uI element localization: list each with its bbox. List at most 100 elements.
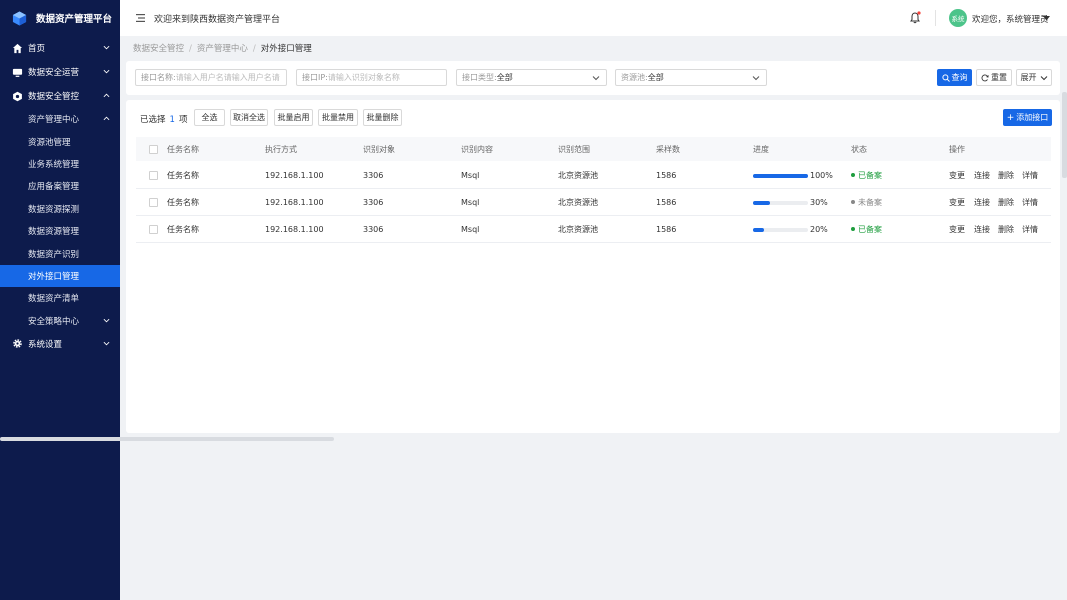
cell-task-name: 任务名称 — [167, 170, 199, 180]
menu-item-home[interactable]: 首页 — [0, 36, 120, 60]
query-button[interactable]: 查询 — [937, 69, 972, 86]
avatar[interactable]: 系统 — [949, 9, 967, 27]
batch-disable-button[interactable]: 批量禁用 — [318, 109, 358, 126]
op-change-link[interactable]: 变更 — [949, 189, 965, 215]
resource-pool-select[interactable]: 资源池: 全部 — [615, 69, 767, 86]
breadcrumb-current: 对外接口管理 — [260, 44, 312, 54]
interface-ip-input[interactable] — [327, 73, 446, 82]
cell-target: 3306 — [363, 170, 384, 180]
op-change-link[interactable]: 变更 — [949, 216, 965, 242]
menu-label: 资产管理中心 — [28, 115, 80, 126]
button-label: 查询 — [951, 73, 968, 82]
menu-item-control[interactable]: 数据安全管控 — [0, 84, 120, 108]
header-divider — [935, 10, 936, 26]
add-interface-button[interactable]: + 添加接口 — [1003, 109, 1052, 126]
menu-label: 对外接口管理 — [28, 271, 80, 282]
reset-button[interactable]: 重置 — [976, 69, 1012, 86]
sub-item-asset-list[interactable]: 数据资产清单 — [0, 287, 120, 309]
chevron-down-icon — [103, 341, 110, 346]
menu-item-ops[interactable]: 数据安全运营 — [0, 60, 120, 84]
progress-bar — [753, 228, 808, 232]
menu-toggle-icon[interactable] — [136, 14, 145, 22]
cell-samples: 1586 — [656, 197, 677, 207]
cell-target: 3306 — [363, 197, 384, 207]
op-detail-link[interactable]: 详情 — [1022, 162, 1038, 188]
user-greeting[interactable]: 欢迎您，系统管理员 — [972, 13, 1049, 25]
interface-name-field[interactable]: 接口名称: — [135, 69, 287, 86]
sub-item-resource-probe[interactable]: 数据资源探测 — [0, 198, 120, 220]
table-row: 任务名称 192.168.1.100 3306 Msql 北京资源池 1586 20% 已备案… — [136, 216, 1051, 243]
sub-item-external-interface[interactable]: 对外接口管理 — [0, 264, 120, 288]
cell-samples: 1586 — [656, 224, 677, 234]
op-delete-link[interactable]: 删除 — [998, 216, 1014, 242]
chevron-down-icon — [103, 45, 110, 50]
sub-item-app-filing[interactable]: 应用备案管理 — [0, 175, 120, 197]
cell-mode: 192.168.1.100 — [265, 170, 324, 180]
cancel-select-all-button[interactable]: 取消全选 — [230, 109, 268, 126]
menu-label: 数据资产清单 — [28, 294, 80, 305]
op-connect-link[interactable]: 连接 — [974, 189, 990, 215]
op-delete-link[interactable]: 删除 — [998, 189, 1014, 215]
horizontal-scrollbar[interactable] — [0, 437, 334, 441]
caret-down-icon[interactable] — [1043, 16, 1050, 21]
row-checkbox[interactable] — [149, 171, 158, 180]
select-value: 全部 — [647, 73, 664, 82]
sub-item-resource-manage[interactable]: 数据资源管理 — [0, 220, 120, 242]
cell-scope: 北京资源池 — [558, 224, 598, 234]
interface-type-select[interactable]: 接口类型: 全部 — [456, 69, 607, 86]
select-all-checkbox[interactable] — [149, 145, 158, 154]
table-header: 任务名称 执行方式 识别对象 识别内容 识别范围 采样数 进度 状态 操作 — [136, 137, 1051, 161]
menu-item-policy-center[interactable]: 安全策略中心 — [0, 310, 120, 332]
chevron-down-icon — [103, 69, 110, 74]
sub-item-resource-pool[interactable]: 资源池管理 — [0, 130, 120, 152]
sub-item-asset-identify[interactable]: 数据资产识别 — [0, 242, 120, 264]
status-label: 已备案 — [858, 224, 882, 234]
breadcrumb-item[interactable]: 数据安全管控 — [133, 44, 184, 54]
button-label: 重置 — [991, 73, 1007, 82]
gear-icon — [13, 339, 22, 349]
batch-enable-button[interactable]: 批量启用 — [274, 109, 313, 126]
op-delete-link[interactable]: 删除 — [998, 162, 1014, 188]
cell-samples: 1586 — [656, 170, 677, 180]
refresh-icon — [981, 73, 989, 81]
expand-button[interactable]: 展开 — [1016, 69, 1052, 86]
cube-logo-icon — [12, 10, 27, 26]
cell-mode: 192.168.1.100 — [265, 197, 324, 207]
select-all-button[interactable]: 全选 — [194, 109, 225, 126]
column-header: 采样数 — [656, 144, 680, 154]
op-connect-link[interactable]: 连接 — [974, 216, 990, 242]
column-header: 任务名称 — [167, 144, 199, 154]
vertical-scrollbar[interactable] — [1062, 92, 1067, 178]
op-detail-link[interactable]: 详情 — [1022, 216, 1038, 242]
breadcrumb: 数据安全管控 / 资产管理中心 / 对外接口管理 — [133, 44, 312, 54]
cell-mode: 192.168.1.100 — [265, 224, 324, 234]
status-badge: 已备案 — [851, 162, 882, 188]
column-header: 识别对象 — [363, 144, 395, 154]
column-header: 识别范围 — [558, 144, 590, 154]
op-change-link[interactable]: 变更 — [949, 162, 965, 188]
menu-item-asset-center[interactable]: 资产管理中心 — [0, 108, 120, 130]
status-dot — [851, 173, 855, 177]
button-label: 添加接口 — [1016, 113, 1049, 122]
op-connect-link[interactable]: 连接 — [974, 162, 990, 188]
batch-delete-button[interactable]: 批量删除 — [363, 109, 402, 126]
cell-task-name: 任务名称 — [167, 197, 199, 207]
cell-content: Msql — [461, 224, 480, 234]
welcome-text: 欢迎来到陕西数据资产管理平台 — [154, 14, 281, 25]
row-checkbox[interactable] — [149, 198, 158, 207]
field-label: 接口IP: — [302, 73, 328, 82]
cell-target: 3306 — [363, 224, 384, 234]
column-header: 状态 — [851, 144, 867, 154]
cell-scope: 北京资源池 — [558, 170, 598, 180]
status-dot — [851, 227, 855, 231]
row-checkbox[interactable] — [149, 225, 158, 234]
bell-icon[interactable] — [909, 11, 921, 24]
interface-name-input[interactable] — [175, 73, 286, 82]
menu-item-settings[interactable]: 系统设置 — [0, 332, 120, 356]
op-detail-link[interactable]: 详情 — [1022, 189, 1038, 215]
menu-label: 应用备案管理 — [28, 182, 80, 193]
breadcrumb-item[interactable]: 资产管理中心 — [197, 44, 248, 54]
interface-ip-field[interactable]: 接口IP: — [296, 69, 447, 86]
sub-item-business-system[interactable]: 业务系统管理 — [0, 153, 120, 175]
app-title: 数据资产管理平台 — [36, 14, 113, 25]
